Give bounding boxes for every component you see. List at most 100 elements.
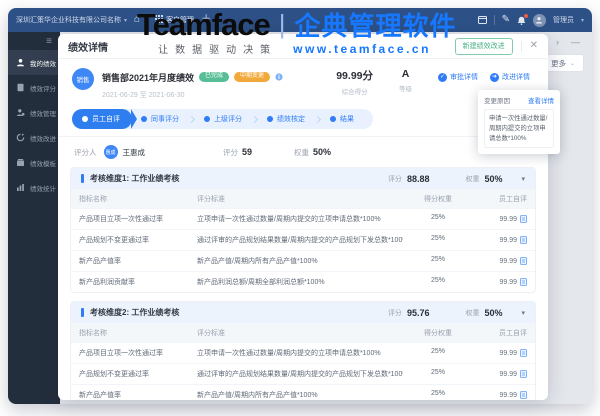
notification-bell-icon[interactable] <box>517 13 528 25</box>
column-header: 员工自评 <box>473 189 535 208</box>
performance-improve-icon <box>16 133 25 142</box>
rater-name[interactable]: 王惠成 <box>123 147 146 158</box>
sidebar-item[interactable]: 绩效管理 <box>8 100 60 125</box>
note-icon[interactable] <box>520 391 527 399</box>
sidebar-item-label: 绩效模板 <box>30 160 56 168</box>
criteria-cell: 新产品产值/周期内所有产品产值*100% <box>189 384 403 400</box>
close-icon[interactable]: ✕ <box>530 41 538 51</box>
performance-template-icon <box>16 158 25 167</box>
weight-cell: 25% <box>403 271 473 292</box>
sidebar: ≡ 我的绩效绩效评分 绩效管理 绩效改进绩效模板绩效统计 <box>8 32 60 404</box>
weight-cell: 25% <box>403 342 473 363</box>
self-score-value: 99.99 <box>499 257 517 265</box>
tab-2[interactable]: 同事评分 <box>132 109 188 129</box>
user-name[interactable]: 管理员 <box>553 15 574 25</box>
weight-label: 权重 <box>465 175 480 183</box>
tab-4[interactable]: 绩效核定 <box>258 109 314 129</box>
step-dot-icon <box>267 116 273 122</box>
dimension-section-1: 考核维度1: 工作业绩考核 评分 88.88 权重 50% ▾ 指标名称 评分标准… <box>70 167 536 293</box>
weight-label: 权重 <box>294 147 310 157</box>
rater-score: 59 <box>242 147 253 157</box>
sidebar-item[interactable]: 绩效统计 <box>8 175 60 200</box>
self-score-cell: 99.99 <box>473 384 535 400</box>
step-dot-icon <box>204 116 210 122</box>
section-header[interactable]: 考核维度2: 工作业绩考核 评分 95.76 权重 50% ▾ <box>71 302 535 323</box>
performance-stats-icon <box>16 183 25 192</box>
improvement-detail-link[interactable]: ➜ 改进详情 <box>490 72 530 82</box>
note-icon[interactable] <box>520 278 527 286</box>
divider <box>493 15 495 25</box>
record-summary: 销售 销售部2021年月度绩效 已完成 中期变更 2021-06-29 至 20… <box>58 59 548 105</box>
note-icon[interactable] <box>520 349 527 357</box>
indicator-name-cell: 新产品产值率 <box>71 250 189 271</box>
indicator-name-cell: 产品规划不变更通过率 <box>71 229 189 250</box>
dimension-section-2: 考核维度2: 工作业绩考核 评分 95.76 权重 50% ▾ 指标名称 评分标准… <box>70 301 536 400</box>
criteria-cell: 通过评审的产品规划结果数量/周期内提交的产品规划下发总数*100% <box>189 363 403 384</box>
overall-score: 99.99分 综合得分 <box>336 70 373 96</box>
accent-bar <box>81 308 84 317</box>
company-switcher[interactable]: 深圳汇策华企业科技有限公司名称 ▾ <box>16 15 127 25</box>
weight-cell: 25% <box>403 384 473 400</box>
info-icon[interactable] <box>275 68 283 86</box>
self-score-value: 99.99 <box>499 391 517 399</box>
record-avatar: 销售 <box>72 68 94 90</box>
record-title: 销售部2021年月度绩效 <box>102 72 195 83</box>
view-detail-link[interactable]: 查看详情 <box>528 95 554 105</box>
kpi-table: 指标名称 评分标准 得分权重 员工自评 产品项目立项一次性通过率 立项申请一次性通过数量/… <box>71 189 535 292</box>
expand-panel-icon[interactable]: › <box>556 37 559 47</box>
weight-cell: 25% <box>403 208 473 229</box>
notification-badge <box>523 13 528 18</box>
new-improvement-button[interactable]: 新建绩效改进 <box>454 37 513 55</box>
note-icon[interactable] <box>520 236 527 244</box>
tab-label: 员工自评 <box>92 116 120 123</box>
indicator-name-cell: 产品规划不变更通过率 <box>71 363 189 384</box>
note-icon[interactable] <box>520 370 527 378</box>
section-score: 88.88 <box>406 173 430 184</box>
rater-avatar: 惠成 <box>103 145 118 159</box>
more-button[interactable]: 更多 ⌄ <box>541 54 584 72</box>
tab-1[interactable]: 员工自评 <box>72 109 132 129</box>
sidebar-item[interactable]: 绩效改进 <box>8 125 60 150</box>
tab-3[interactable]: 上级评分 <box>195 109 251 129</box>
section-title: 考核维度2: 工作业绩考核 <box>90 308 180 317</box>
step-dot-icon <box>141 116 147 122</box>
self-score-value: 99.99 <box>499 215 517 223</box>
score-label: 评分 <box>387 309 402 317</box>
collapse-caret-icon[interactable]: ▾ <box>521 175 525 183</box>
add-tab-icon[interactable]: ＋ <box>201 15 211 25</box>
approval-icon: ✓ <box>438 72 447 82</box>
column-header: 员工自评 <box>473 323 535 342</box>
tab-5[interactable]: 结果 <box>321 109 363 129</box>
improvement-icon: ➜ <box>490 72 499 82</box>
home-icon[interactable]: ⌂ <box>134 15 140 25</box>
note-icon[interactable] <box>520 257 527 265</box>
column-header: 评分标准 <box>189 189 403 208</box>
accent-bar <box>81 174 84 183</box>
sidebar-item[interactable]: 绩效模板 <box>8 150 60 175</box>
change-reason-popover: 变更原因 查看详情 申请一次性通过数量/周期内提交的立项申请总数*100% <box>478 90 560 155</box>
criteria-cell: 新产品利润总额/周期全部利润总额*100% <box>189 271 403 292</box>
approval-detail-link[interactable]: ✓ 审批详情 <box>438 72 478 82</box>
score-label: 评分 <box>223 147 238 157</box>
tab-label: 同事评分 <box>151 116 179 123</box>
minimize-icon[interactable]: — <box>571 37 580 47</box>
calendar-icon[interactable] <box>477 15 487 26</box>
menu-toggle-icon[interactable]: ≡ <box>8 32 60 50</box>
divider <box>520 40 522 52</box>
app-menu-customers[interactable]: 客户管理 <box>155 15 194 25</box>
step-dot-icon <box>330 116 336 122</box>
column-header: 得分权重 <box>403 189 473 208</box>
sidebar-item[interactable]: 我的绩效 <box>8 50 60 75</box>
indicator-name-cell: 新产品产值率 <box>71 384 189 400</box>
criteria-cell: 新产品产值/周期内所有产品产值*100% <box>189 250 403 271</box>
sidebar-item-label: 我的绩效 <box>30 60 56 68</box>
user-avatar[interactable] <box>532 13 546 27</box>
section-header[interactable]: 考核维度1: 工作业绩考核 评分 88.88 权重 50% ▾ <box>71 168 535 189</box>
step-separator-icon <box>250 115 259 123</box>
modal-title: 绩效详情 <box>68 42 108 54</box>
edit-icon[interactable]: ✎ <box>502 15 510 25</box>
tab-label: 绩效核定 <box>277 116 305 123</box>
sidebar-item[interactable]: 绩效评分 <box>8 75 60 100</box>
collapse-caret-icon[interactable]: ▾ <box>521 309 525 317</box>
note-icon[interactable] <box>520 215 527 223</box>
